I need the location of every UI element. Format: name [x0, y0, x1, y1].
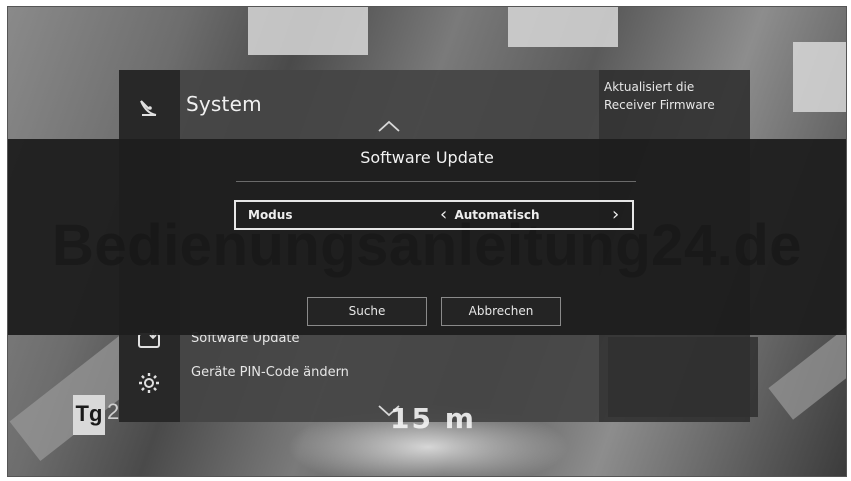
mode-label: Modus — [248, 208, 293, 222]
cancel-button[interactable]: Abbrechen — [441, 297, 561, 326]
mode-value: Automatisch — [454, 208, 540, 222]
background-house — [248, 7, 368, 55]
menu-item-description: Aktualisiert die Receiver Firmware — [604, 80, 715, 112]
chevron-up-icon[interactable] — [378, 117, 400, 136]
tv-screen: System Aktualisiert die Receiver Firmwar… — [7, 6, 847, 477]
background-house — [508, 7, 618, 47]
dialog-title: Software Update — [360, 148, 494, 167]
mode-setting-row[interactable]: Modus ‹ Automatisch › — [234, 200, 634, 230]
menu-item-pin-code[interactable]: Geräte PIN-Code ändern — [191, 365, 349, 380]
chevron-right-icon[interactable]: › — [612, 204, 619, 225]
gear-icon — [137, 371, 161, 399]
search-button[interactable]: Suche — [307, 297, 427, 326]
channel-logo: Tg — [73, 395, 105, 435]
menu-title: System — [186, 92, 262, 116]
satellite-dish-icon — [136, 93, 162, 123]
background-truck — [793, 42, 846, 112]
video-overlay-text: 15 m — [390, 402, 476, 435]
channel-logo-suffix: 2 — [107, 399, 120, 424]
dialog-divider — [236, 181, 636, 182]
